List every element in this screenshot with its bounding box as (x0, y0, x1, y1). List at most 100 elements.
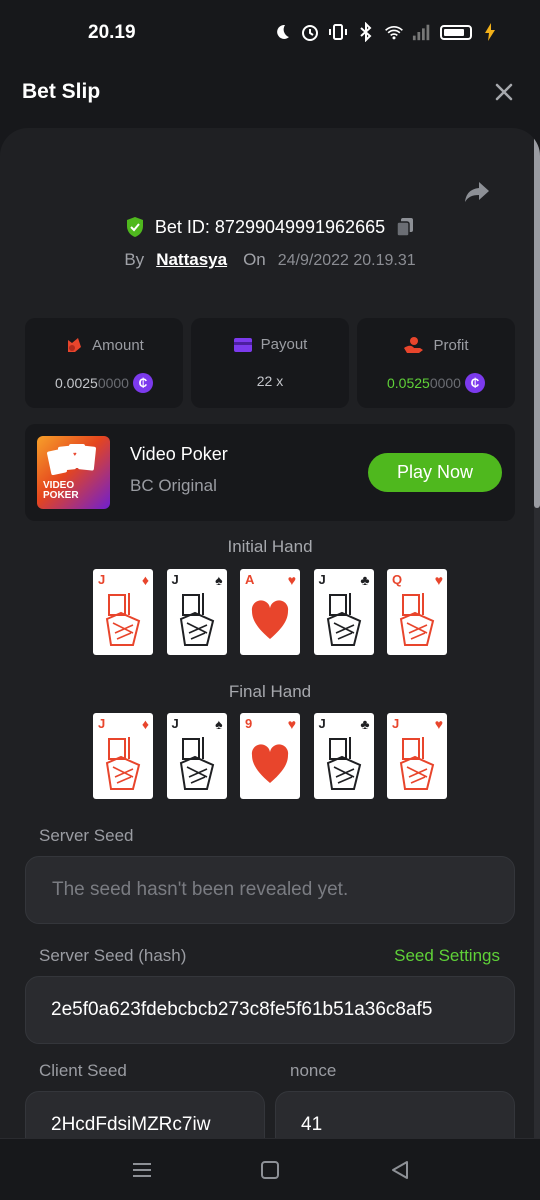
face-card-icon (399, 737, 435, 790)
card-rank: J (171, 716, 179, 731)
server-seed-hash-value: 2e5f0a623fdebcbcb273c8fe5f61b51a36c8af5 (51, 999, 433, 1020)
header: Bet Slip (0, 64, 540, 122)
on-label: On (243, 250, 266, 269)
battery-icon (440, 24, 472, 40)
bet-id-row: Bet ID: 87299049991962665 (0, 216, 540, 238)
nonce-field[interactable]: 41 (275, 1091, 515, 1138)
coin-icon: ₵ (464, 373, 485, 393)
server-seed-hash-label: Server Seed (hash) (39, 946, 187, 965)
payout-value: 22 x (256, 373, 284, 389)
scrollbar[interactable] (534, 128, 540, 1138)
stats-row: Amount 0.00250000 ₵ Payout 22 x Profit 0… (25, 318, 515, 408)
card-suit-icon: ♣ (360, 572, 370, 588)
bet-id-label: Bet ID: (154, 216, 210, 237)
status-bar: 20.19 (0, 0, 540, 64)
card-rank: Q (392, 572, 403, 587)
playing-card: J ♥ (387, 713, 447, 799)
seed-settings-link[interactable]: Seed Settings (394, 946, 500, 966)
face-card-icon (105, 737, 141, 790)
payout-stat: Payout 22 x (191, 318, 349, 408)
coin-icon: ₵ (132, 373, 153, 393)
playing-card: 9 ♥ (240, 713, 300, 799)
back-triangle-icon (392, 1161, 408, 1179)
card-rank: J (392, 716, 400, 731)
copy-icon[interactable] (395, 216, 415, 238)
game-card: ♥ VIDEO POKER Video Poker BC Original Pla… (25, 424, 515, 521)
face-card-icon (399, 593, 435, 646)
playing-card: Q ♥ (387, 569, 447, 655)
amount-label: Amount (92, 336, 144, 354)
heart-icon (251, 744, 289, 783)
page-title: Bet Slip (22, 80, 101, 103)
thumb-text-2: POKER (43, 490, 79, 501)
card-rank: J (318, 716, 326, 731)
card-suit-icon: ♠ (215, 716, 223, 732)
card-rank: A (245, 572, 255, 587)
cards-fan-icon: ♥ (47, 444, 97, 476)
alarm-icon (300, 22, 320, 42)
wifi-icon (384, 22, 404, 42)
server-seed-value: The seed hasn't been revealed yet. (52, 879, 349, 900)
client-seed-value: 2HcdFdsiMZRc7iw (51, 1114, 211, 1135)
nonce-label: nonce (290, 1061, 337, 1080)
amount-value-dim: 0000 (97, 375, 129, 391)
playing-card: J ♣ (313, 569, 374, 655)
amount-value: 0.0025 (55, 375, 98, 391)
home-button[interactable] (259, 1159, 283, 1181)
square-icon (261, 1161, 279, 1179)
card-suit-icon: ♥ (434, 572, 443, 588)
final-hand-title: Final Hand (228, 682, 312, 701)
face-card-icon (179, 737, 214, 790)
status-icons (272, 22, 500, 42)
recents-button[interactable] (131, 1159, 155, 1181)
client-seed-field[interactable]: 2HcdFdsiMZRc7iw (25, 1091, 265, 1138)
card-suit-icon: ♥ (287, 716, 296, 732)
card-rank: J (318, 572, 326, 587)
game-thumbnail: ♥ VIDEO POKER (37, 436, 110, 509)
card-icon (233, 337, 252, 352)
by-label: By (124, 250, 145, 269)
card-suit-icon: ♥ (287, 572, 296, 588)
close-icon (495, 83, 513, 101)
heart-icon (251, 600, 289, 639)
server-seed-hash-field[interactable]: 2e5f0a623fdebcbcb273c8fe5f61b51a36c8af5 (25, 976, 515, 1044)
card-rank: J (171, 572, 179, 587)
amount-stat: Amount 0.00250000 ₵ (25, 318, 183, 408)
playing-card: J ♦ (93, 569, 153, 655)
charging-icon (480, 22, 500, 42)
card-rank: 9 (245, 716, 253, 731)
profit-stat: Profit 0.05250000 ₵ (357, 318, 515, 408)
signal-icon (412, 22, 432, 42)
face-card-icon (105, 593, 141, 646)
playing-card: J ♠ (166, 713, 227, 799)
menu-icon (133, 1163, 151, 1177)
game-name: Video Poker (130, 444, 228, 464)
close-button[interactable] (492, 80, 516, 104)
profit-label: Profit (433, 336, 469, 354)
server-seed-field[interactable]: The seed hasn't been revealed yet. (25, 856, 515, 924)
back-button[interactable] (389, 1159, 413, 1181)
card-suit-icon: ♥ (434, 716, 443, 732)
payout-label: Payout (260, 336, 308, 353)
scrollbar-thumb[interactable] (534, 128, 540, 508)
game-provider: BC Original (130, 476, 217, 495)
client-seed-label: Client Seed (39, 1061, 127, 1080)
money-bag-icon (68, 338, 82, 352)
byline: By Nattasya On 24/9/2022 20.19.31 (0, 250, 540, 270)
system-nav-bar (0, 1138, 540, 1200)
playing-card: J ♦ (93, 713, 153, 799)
moon-icon (272, 22, 292, 42)
share-button[interactable] (462, 176, 492, 206)
user-link[interactable]: Nattasya (156, 250, 227, 270)
nonce-value: 41 (301, 1114, 323, 1135)
face-card-icon (326, 593, 361, 646)
bluetooth-icon (356, 22, 376, 42)
bet-date: 24/9/2022 20.19.31 (277, 252, 416, 269)
bet-slip-panel: Bet ID: 87299049991962665 By Nattasya On… (0, 128, 540, 1138)
face-card-icon (326, 737, 361, 790)
initial-hand-title: Initial Hand (227, 537, 313, 556)
profit-value: 0.0525 (387, 375, 430, 391)
play-now-button[interactable]: Play Now (368, 453, 502, 492)
card-suit-icon: ♦ (141, 572, 149, 588)
share-icon (465, 182, 489, 202)
